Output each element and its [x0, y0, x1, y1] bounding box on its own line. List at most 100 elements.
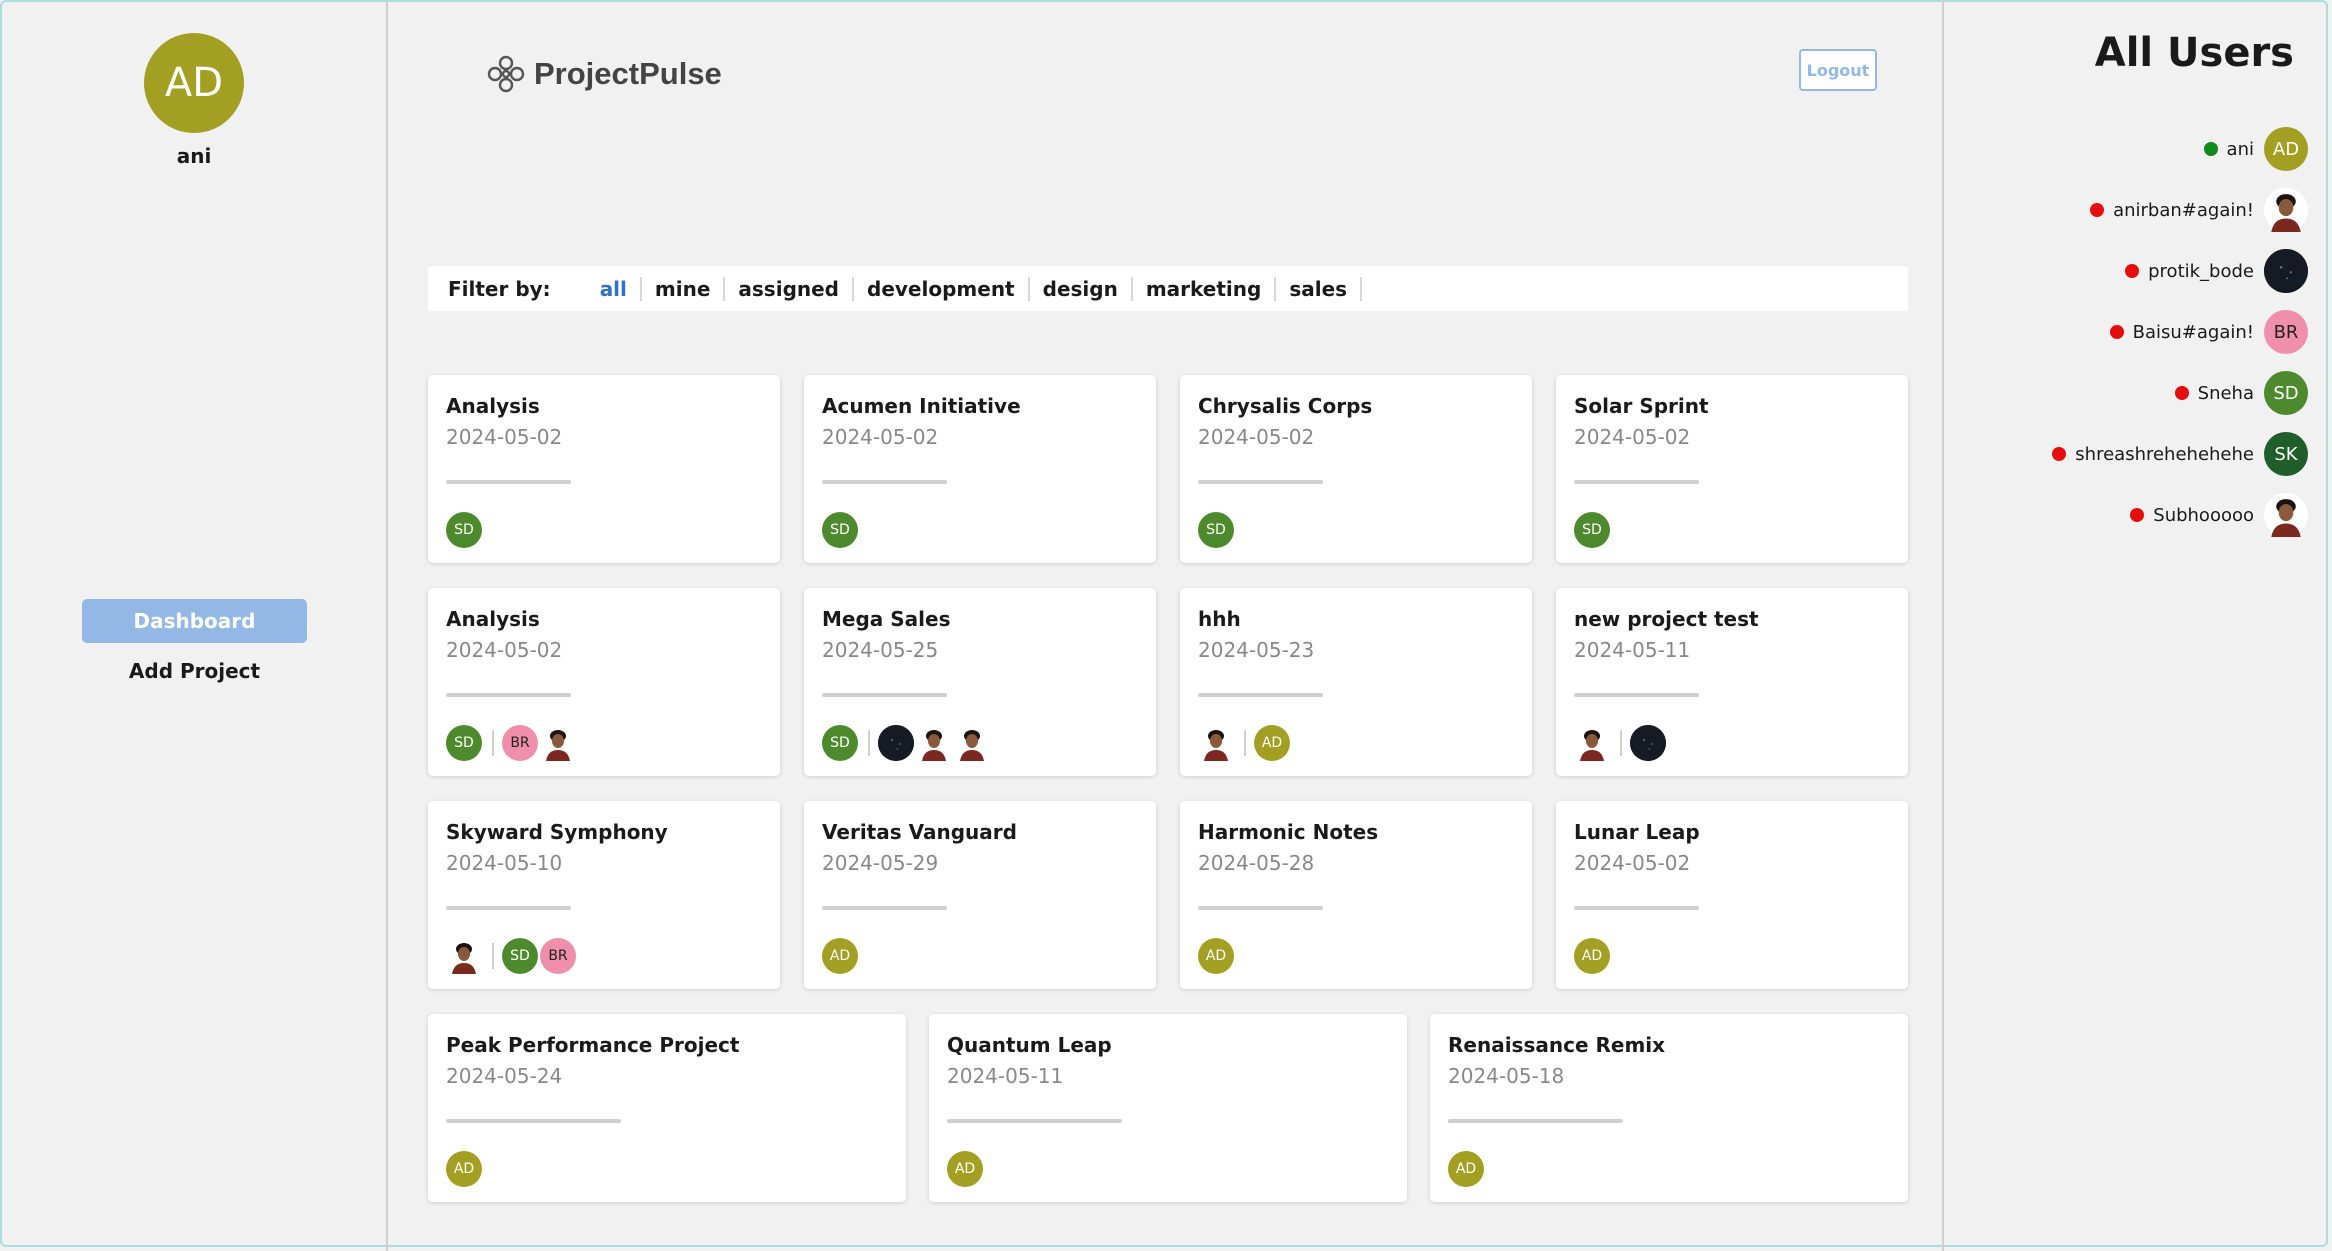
member-avatar-dark[interactable]: [1630, 725, 1666, 761]
filter-assigned[interactable]: assigned: [725, 276, 855, 301]
dark-avatar-icon: [2264, 249, 2308, 293]
project-card[interactable]: Skyward Symphony 2024-05-10 SD BR: [428, 801, 780, 989]
user-row[interactable]: ani AD: [2203, 126, 2308, 172]
project-progress-bar: [822, 693, 947, 697]
project-date: 2024-05-28: [1198, 851, 1315, 875]
user-row[interactable]: Sneha SD: [2174, 370, 2308, 416]
project-card[interactable]: Solar Sprint 2024-05-02 SD: [1556, 375, 1908, 563]
member-avatar-ad[interactable]: AD: [1448, 1151, 1484, 1187]
user-row[interactable]: anirban#again!: [2090, 187, 2308, 233]
user-row[interactable]: protik_bode: [2125, 248, 2308, 294]
offline-status-dot: [2052, 447, 2067, 461]
project-progress-bar: [1198, 480, 1323, 484]
member-avatar-photo[interactable]: [540, 725, 576, 761]
project-progress-bar: [446, 480, 571, 484]
project-card[interactable]: hhh 2024-05-23 AD: [1180, 588, 1532, 776]
member-avatar-photo[interactable]: [1198, 725, 1234, 761]
project-members: SD: [446, 512, 762, 548]
project-card[interactable]: Analysis 2024-05-02 SD: [428, 375, 780, 563]
filter-marketing[interactable]: marketing: [1133, 276, 1277, 301]
member-avatar-photo[interactable]: [916, 725, 952, 761]
filter-sales[interactable]: sales: [1276, 276, 1363, 301]
right-sidebar: All Users ani AD anirban#again! protik_bode…: [1944, 0, 2332, 1251]
member-avatar-sd[interactable]: SD: [446, 725, 482, 761]
project-progress-bar: [446, 906, 571, 910]
left-sidebar: AD ani Dashboard Add Project: [0, 0, 388, 1251]
project-card[interactable]: Renaissance Remix 2024-05-18 AD: [1430, 1014, 1908, 1202]
project-card[interactable]: Acumen Initiative 2024-05-02 SD: [804, 375, 1156, 563]
member-avatar-sd[interactable]: SD: [446, 512, 482, 548]
project-pulse-logo-icon: [487, 55, 525, 93]
project-card[interactable]: Peak Performance Project 2024-05-24 AD: [428, 1014, 906, 1202]
member-avatar-photo[interactable]: [1574, 725, 1610, 761]
person-photo-icon: [1198, 725, 1234, 761]
project-members: AD: [1198, 938, 1514, 974]
user-row[interactable]: Baisu#again! BR: [2109, 309, 2308, 355]
member-divider: [868, 730, 870, 756]
member-avatar-ad[interactable]: AD: [1254, 725, 1290, 761]
project-title: Skyward Symphony: [446, 820, 668, 844]
member-avatar-sd[interactable]: SD: [822, 725, 858, 761]
project-members: SD BR: [446, 938, 762, 974]
nav-add-project-button[interactable]: Add Project: [82, 656, 307, 686]
user-avatar[interactable]: [2264, 249, 2308, 293]
user-row[interactable]: Subhooooo: [2130, 492, 2308, 538]
user-avatar[interactable]: [2264, 188, 2308, 232]
main-content: ProjectPulse Logout Filter by: all mine …: [388, 0, 1944, 1251]
member-avatar-ad[interactable]: AD: [1574, 938, 1610, 974]
member-avatar-br[interactable]: BR: [540, 938, 576, 974]
member-avatar-br[interactable]: BR: [502, 725, 538, 761]
user-name: shreashrehehehehe: [2075, 443, 2254, 465]
person-photo-icon: [446, 938, 482, 974]
user-avatar[interactable]: SK: [2264, 432, 2308, 476]
member-divider: [492, 730, 494, 756]
project-card[interactable]: Mega Sales 2024-05-25 SD: [804, 588, 1156, 776]
project-title: Lunar Leap: [1574, 820, 1700, 844]
user-row[interactable]: shreashrehehehehe SK: [2052, 431, 2308, 477]
project-card[interactable]: Lunar Leap 2024-05-02 AD: [1556, 801, 1908, 989]
project-members: [1574, 725, 1890, 761]
filter-design[interactable]: design: [1030, 276, 1133, 301]
person-photo-icon: [916, 725, 952, 761]
user-avatar[interactable]: SD: [2264, 371, 2308, 415]
user-avatar[interactable]: [2264, 493, 2308, 537]
project-card[interactable]: new project test 2024-05-11: [1556, 588, 1908, 776]
member-avatar-sd[interactable]: SD: [822, 512, 858, 548]
offline-status-dot: [2109, 325, 2124, 339]
filter-development[interactable]: development: [854, 276, 1030, 301]
project-date: 2024-05-02: [822, 425, 939, 449]
project-card[interactable]: Veritas Vanguard 2024-05-29 AD: [804, 801, 1156, 989]
filter-all[interactable]: all: [587, 276, 642, 301]
filter-mine[interactable]: mine: [642, 276, 726, 301]
member-avatar-ad[interactable]: AD: [822, 938, 858, 974]
project-card[interactable]: Harmonic Notes 2024-05-28 AD: [1180, 801, 1532, 989]
user-avatar[interactable]: AD: [2264, 127, 2308, 171]
member-avatar-photo[interactable]: [954, 725, 990, 761]
project-card[interactable]: Quantum Leap 2024-05-11 AD: [929, 1014, 1407, 1202]
member-avatar-sd[interactable]: SD: [1574, 512, 1610, 548]
member-avatar-dark[interactable]: [878, 725, 914, 761]
member-avatar-photo[interactable]: [446, 938, 482, 974]
project-members: AD: [822, 938, 1138, 974]
project-title: Solar Sprint: [1574, 394, 1709, 418]
offline-status-dot: [2130, 508, 2145, 522]
user-avatar[interactable]: BR: [2264, 310, 2308, 354]
app-logo[interactable]: ProjectPulse: [486, 54, 722, 94]
project-members: AD: [1448, 1151, 1890, 1187]
project-title: hhh: [1198, 607, 1241, 631]
project-title: Peak Performance Project: [446, 1033, 740, 1057]
project-progress-bar: [947, 1119, 1122, 1123]
project-title: new project test: [1574, 607, 1759, 631]
member-avatar-ad[interactable]: AD: [1198, 938, 1234, 974]
project-date: 2024-05-24: [446, 1064, 563, 1088]
logout-button[interactable]: Logout: [1799, 49, 1877, 91]
member-avatar-sd[interactable]: SD: [1198, 512, 1234, 548]
member-avatar-sd[interactable]: SD: [502, 938, 538, 974]
project-card[interactable]: Analysis 2024-05-02 SD BR: [428, 588, 780, 776]
profile-avatar[interactable]: AD: [144, 33, 244, 133]
member-avatar-ad[interactable]: AD: [446, 1151, 482, 1187]
project-card[interactable]: Chrysalis Corps 2024-05-02 SD: [1180, 375, 1532, 563]
nav-dashboard-button[interactable]: Dashboard: [82, 599, 307, 643]
member-avatar-ad[interactable]: AD: [947, 1151, 983, 1187]
project-progress-bar: [1574, 906, 1699, 910]
